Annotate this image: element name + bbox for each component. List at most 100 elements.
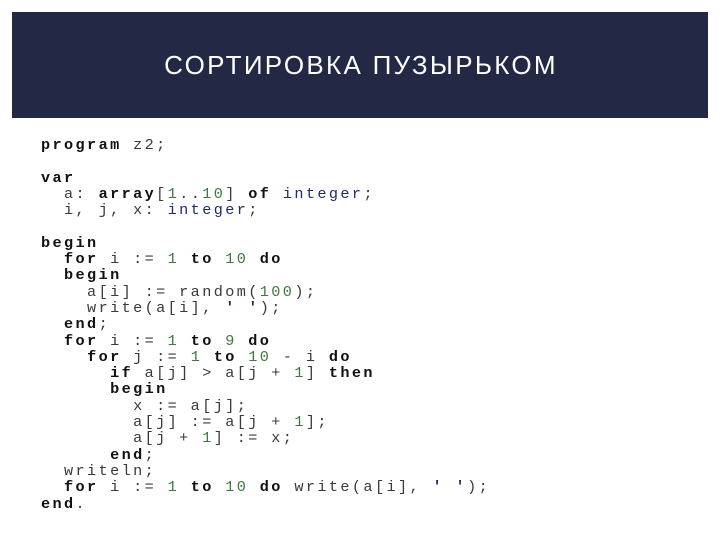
code-number: 1	[167, 250, 180, 269]
code-keyword: to	[213, 347, 237, 366]
code-number: 1	[167, 331, 180, 350]
code-text: );	[294, 282, 318, 301]
code-text: x := a[j];	[41, 396, 249, 415]
code-text: write(a[i],	[282, 478, 433, 497]
code-keyword: end	[64, 315, 99, 334]
code-keyword: var	[41, 168, 76, 187]
code-text: ;	[98, 315, 111, 334]
code-number: 10	[248, 347, 272, 366]
code-type: integer	[167, 201, 249, 220]
code-line: a[j] := a[j + 1];	[41, 414, 490, 430]
code-text: ;	[144, 445, 157, 464]
code-keyword: array	[98, 184, 157, 203]
code-line: a: array[1..10] of integer;	[41, 186, 490, 202]
code-line: a[j + 1] := x;	[41, 430, 490, 446]
code-line: begin	[41, 235, 490, 251]
code-keyword: begin	[64, 266, 122, 285]
code-number: 1	[294, 364, 306, 383]
code-keyword: do	[259, 478, 283, 497]
code-keyword: for	[64, 331, 99, 350]
code-text: ;	[248, 201, 260, 220]
code-line: begin	[41, 381, 490, 397]
code-text: ..	[179, 184, 203, 203]
code-keyword: for	[64, 250, 99, 269]
code-number: 9	[225, 331, 237, 350]
code-line: for i := 1 to 10 do write(a[i], ' ');	[41, 479, 490, 495]
code-number: 1	[167, 478, 180, 497]
code-keyword: do	[259, 250, 283, 269]
code-keyword: if	[110, 364, 134, 383]
code-text: i :=	[98, 250, 168, 269]
code-text: a[j +	[41, 429, 203, 448]
code-text: ];	[305, 413, 329, 432]
code-listing: program z2; var a: array[1..10] of intege…	[41, 137, 490, 512]
code-line: var	[41, 168, 490, 187]
code-text: z2;	[121, 136, 168, 154]
code-line: i, j, x: integer;	[41, 202, 490, 218]
code-text: [	[156, 184, 168, 203]
code-line: end;	[41, 445, 490, 464]
code-text: a[i] := random(	[41, 282, 260, 301]
code-keyword: begin	[110, 380, 168, 399]
code-text: a[j] > a[j +	[133, 364, 295, 383]
code-line: end;	[41, 316, 490, 332]
slide-title: СОРТИРОВКА ПУЗЫРЬКОМ	[164, 50, 558, 80]
code-keyword: do	[328, 347, 352, 366]
code-number: 10	[225, 478, 249, 497]
code-keyword: end	[41, 494, 76, 513]
code-keyword: begin	[41, 233, 99, 252]
code-line: program z2;	[41, 137, 490, 153]
code-number: 1	[167, 184, 180, 203]
code-text: a:	[41, 184, 99, 203]
code-line: a[i] := random(100);	[41, 284, 490, 300]
code-text: writeln;	[41, 461, 157, 480]
code-text: );	[259, 298, 283, 317]
title-banner: СОРТИРОВКА ПУЗЫРЬКОМ	[12, 12, 708, 118]
code-line: for i := 1 to 9 do	[41, 331, 490, 350]
code-keyword: for	[87, 347, 122, 366]
code-text: i, j, x:	[41, 201, 168, 220]
code-text: a[j] := a[j +	[41, 413, 295, 432]
code-text: .	[75, 494, 88, 513]
code-text: i :=	[98, 331, 168, 350]
code-line: for i := 1 to 10 do	[41, 251, 490, 267]
code-text: );	[467, 478, 491, 497]
code-keyword: then	[328, 364, 375, 383]
code-text: - i	[271, 347, 329, 366]
code-number: 100	[259, 282, 295, 301]
code-keyword: program	[41, 136, 122, 154]
code-text: ]	[305, 364, 329, 383]
code-text: ] := x;	[213, 429, 295, 448]
code-string: ' '	[432, 478, 468, 497]
code-keyword: of	[248, 184, 272, 203]
code-keyword: for	[64, 478, 99, 497]
code-keyword: to	[190, 331, 214, 350]
code-text: ]	[225, 184, 249, 203]
code-keyword: to	[190, 478, 214, 497]
code-line: begin	[41, 267, 490, 283]
code-string: ' '	[225, 298, 260, 317]
code-number: 1	[190, 347, 203, 366]
code-type: integer	[282, 184, 364, 203]
code-text: ;	[363, 184, 375, 203]
